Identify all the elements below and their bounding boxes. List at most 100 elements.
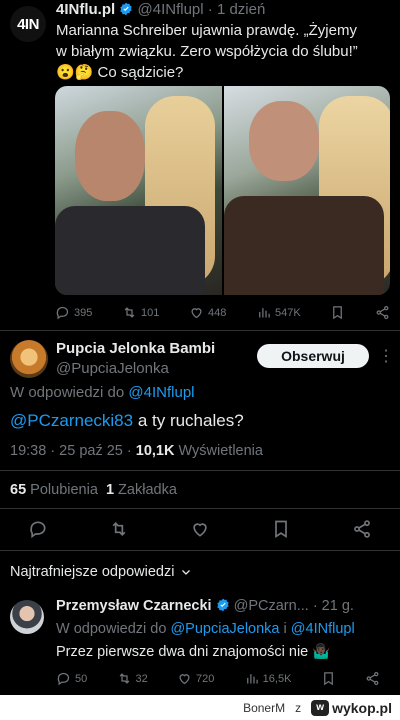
tweet3-handle[interactable]: @PCzarn... xyxy=(234,598,309,614)
views-icon xyxy=(259,308,270,318)
bookmark-button[interactable] xyxy=(321,671,336,686)
tweet3-time: · 21 g. xyxy=(312,598,354,614)
tweet3-metrics: 50 32 720 16,5K xyxy=(56,671,380,686)
bookmark-button[interactable] xyxy=(271,519,291,539)
bookmarks-label[interactable]: Zakładka xyxy=(114,482,177,498)
heart-icon xyxy=(193,523,207,537)
repost-count[interactable]: 32 xyxy=(117,671,148,686)
reply-icon xyxy=(30,521,46,539)
like-count-value: 720 xyxy=(196,672,215,685)
bookmarks-total[interactable]: 1 xyxy=(106,482,114,498)
like-count-value: 448 xyxy=(208,306,227,319)
main-reply-actions xyxy=(28,519,372,539)
tweet1-text-line: w białym związku. Zero współżycia do ślu… xyxy=(56,43,358,60)
tweet1-text-line: Marianna Schreiber ujawnia prawdę. „Żyje… xyxy=(56,22,357,39)
likes-total[interactable]: 65 xyxy=(10,482,26,498)
repost-count[interactable]: 101 xyxy=(122,305,159,320)
tweet1-photo[interactable] xyxy=(55,86,390,295)
tweet3-header: Przemysław Czarnecki @PCzarn... · 21 g. xyxy=(56,598,354,614)
tweet1-text-line: 😮🤔 Co sądzicie? xyxy=(56,64,184,81)
like-count[interactable]: 448 xyxy=(189,305,226,320)
share-button[interactable] xyxy=(352,519,372,539)
repost-button[interactable] xyxy=(109,519,129,539)
tweet3-reply-to: W odpowiedzi do @PupciaJelonka i @4INflu… xyxy=(56,621,355,637)
photo-left xyxy=(55,86,222,295)
avatar-pupcia[interactable] xyxy=(10,340,48,378)
engagement-counts: 65 Polubienia 1 Zakładka xyxy=(10,482,177,498)
tweet1-author-name[interactable]: 4INflu.pl xyxy=(56,1,115,18)
views-label: Wyświetlenia xyxy=(174,443,263,459)
divider xyxy=(0,470,400,471)
view-count-value: 547K xyxy=(275,306,301,319)
reply-to-and: i xyxy=(279,621,291,637)
reply-to-prefix: W odpowiedzi do xyxy=(10,384,125,401)
reply-to-line: W odpowiedzi do @4INflupl xyxy=(10,384,195,401)
reply-count-value: 50 xyxy=(75,672,88,685)
share-icon xyxy=(354,520,370,538)
verified-badge-icon xyxy=(216,598,230,612)
heart-icon xyxy=(179,674,190,685)
views-icon xyxy=(246,674,258,684)
follow-button[interactable]: Obserwuj xyxy=(257,344,369,368)
reply-count-value: 395 xyxy=(74,306,93,319)
main-reply-author-name[interactable]: Pupcia Jelonka Bambi xyxy=(56,340,215,357)
divider xyxy=(0,508,400,509)
divider xyxy=(0,550,400,551)
repost-count-value: 101 xyxy=(141,306,160,319)
photo-right xyxy=(223,86,390,295)
tweet1-header: 4INflu.pl @4INflupl · 1 dzień xyxy=(56,1,265,18)
likes-label[interactable]: Polubienia xyxy=(26,482,98,498)
reply-icon xyxy=(57,672,70,686)
mention-link[interactable]: @PCzarnecki83 xyxy=(10,411,133,430)
wykop-logo: w wykop.pl xyxy=(311,699,392,716)
bookmark-icon xyxy=(275,520,287,539)
wykop-logo-icon: w xyxy=(311,699,330,716)
repost-icon xyxy=(119,673,129,684)
reply-to-mention-2[interactable]: @4INflupl xyxy=(291,621,355,637)
bookmark-button[interactable] xyxy=(330,305,345,320)
reply-count[interactable]: 50 xyxy=(56,671,87,686)
views-value: 10,1K xyxy=(135,443,175,459)
share-button[interactable] xyxy=(375,305,390,320)
like-count[interactable]: 720 xyxy=(177,671,214,686)
view-count-value: 16,5K xyxy=(262,672,292,685)
tweet1-metrics: 395 101 448 547K xyxy=(55,305,390,320)
reply-button[interactable] xyxy=(28,519,48,539)
main-reply-handle[interactable]: @PupciaJelonka xyxy=(56,360,169,377)
reply-to-prefix: W odpowiedzi do xyxy=(56,621,167,637)
timestamp-line: 19:38 · 25 paź 25 · 10,1K Wyświetlenia xyxy=(10,443,263,459)
avatar-czarnecki[interactable] xyxy=(10,600,44,634)
more-options-icon[interactable]: ⋮ xyxy=(378,346,395,366)
verified-badge-icon xyxy=(119,2,133,16)
view-count[interactable]: 547K xyxy=(256,305,301,320)
tweet3-author-name[interactable]: Przemysław Czarnecki xyxy=(56,598,212,614)
bookmark-icon xyxy=(323,672,333,686)
divider xyxy=(0,330,400,331)
avatar-4influ[interactable]: 4IN xyxy=(10,6,46,42)
watermark-sep: z xyxy=(295,700,302,715)
tweet1-handle[interactable]: @4INflupl xyxy=(138,1,204,18)
reply-to-mention-1[interactable]: @PupciaJelonka xyxy=(170,621,279,637)
view-count[interactable]: 16,5K xyxy=(244,671,292,686)
share-button[interactable] xyxy=(365,671,380,686)
watermark-user: BonerM xyxy=(243,700,286,715)
tweet1-time: · 1 dzień xyxy=(207,1,266,18)
watermark-site: wykop.pl xyxy=(332,699,392,716)
main-reply-body: a ty ruchales? xyxy=(133,411,244,430)
repost-icon xyxy=(124,307,135,318)
bookmark-icon xyxy=(333,306,343,320)
chevron-down-icon xyxy=(182,570,191,575)
sort-label: Najtrafniejsze odpowiedzi xyxy=(10,564,175,580)
tweet3-text: Przez pierwsze dwa dni znajomości nie 🤷🏿… xyxy=(56,644,331,660)
share-icon xyxy=(366,671,379,686)
reply-count[interactable]: 395 xyxy=(55,305,92,320)
repost-icon xyxy=(112,521,126,537)
share-icon xyxy=(376,305,389,320)
reply-to-mention[interactable]: @4INflupl xyxy=(128,384,194,401)
heart-icon xyxy=(191,308,202,319)
timestamp[interactable]: 19:38 · 25 paź 25 · xyxy=(10,443,136,459)
wykop-watermark: BonerM z w wykop.pl xyxy=(0,695,400,720)
repost-count-value: 32 xyxy=(135,672,148,685)
sort-replies-dropdown[interactable]: Najtrafniejsze odpowiedzi xyxy=(10,564,192,580)
like-button[interactable] xyxy=(190,519,210,539)
